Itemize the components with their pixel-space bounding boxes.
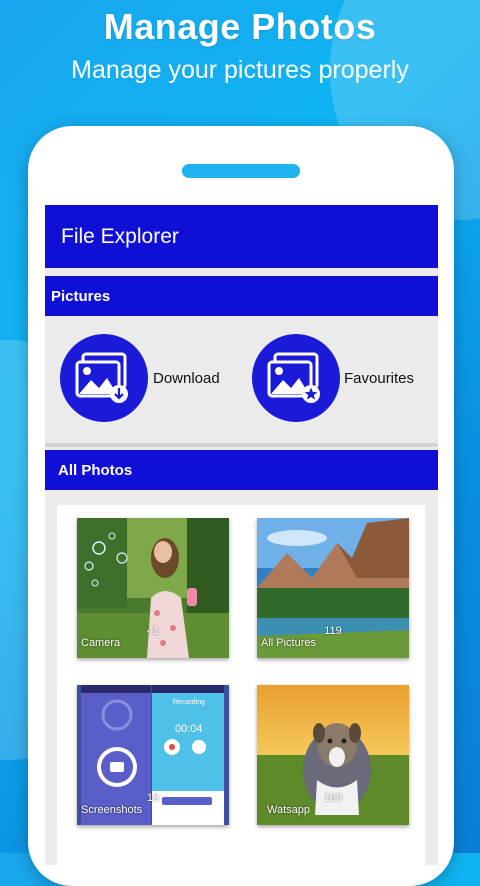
recording-header: Recording <box>173 699 205 706</box>
pictures-section-header: Pictures <box>45 276 438 316</box>
album-name: Screenshots <box>81 804 143 816</box>
app-bar: File Explorer <box>45 205 438 268</box>
app-screen: File Explorer Pictures Download Favourit… <box>45 205 438 865</box>
album-all-pictures[interactable]: 119 All Pictures <box>257 518 409 658</box>
photo-grid: 41 Camera 119 All Pictures Recording 00:… <box>57 505 425 865</box>
album-count: 180 <box>323 792 343 804</box>
all-photos-section-label: All Photos <box>58 462 133 479</box>
album-name: Watsapp <box>267 804 311 816</box>
pictures-section-label: Pictures <box>51 288 111 305</box>
album-count: 119 <box>324 625 342 637</box>
folder-download[interactable]: Download <box>60 334 220 424</box>
promo-subtitle: Manage your pictures properly <box>71 56 409 84</box>
image-download-icon <box>60 334 148 422</box>
album-name: All Pictures <box>261 637 317 649</box>
album-watsapp[interactable]: 180 Watsapp <box>257 685 409 825</box>
app-title: File Explorer <box>61 225 179 248</box>
folder-download-label: Download <box>153 370 220 387</box>
folder-favourites-label: Favourites <box>344 370 415 387</box>
phone-speaker <box>182 164 300 178</box>
album-camera[interactable]: 41 Camera <box>77 518 229 658</box>
album-count: 41 <box>146 625 160 637</box>
pictures-folders: Download Favourites <box>45 317 438 445</box>
album-name: Camera <box>81 637 121 649</box>
album-screenshots[interactable]: Recording 00:04 18 Screenshots <box>77 685 229 825</box>
promo-title: Manage Photos <box>103 6 377 47</box>
album-count: 18 <box>146 792 160 804</box>
section-divider <box>45 443 438 447</box>
all-photos-section-header: All Photos <box>45 450 438 490</box>
recording-timer: 00:04 <box>175 723 203 735</box>
folder-favourites[interactable]: Favourites <box>252 334 427 424</box>
image-star-icon <box>252 334 340 422</box>
